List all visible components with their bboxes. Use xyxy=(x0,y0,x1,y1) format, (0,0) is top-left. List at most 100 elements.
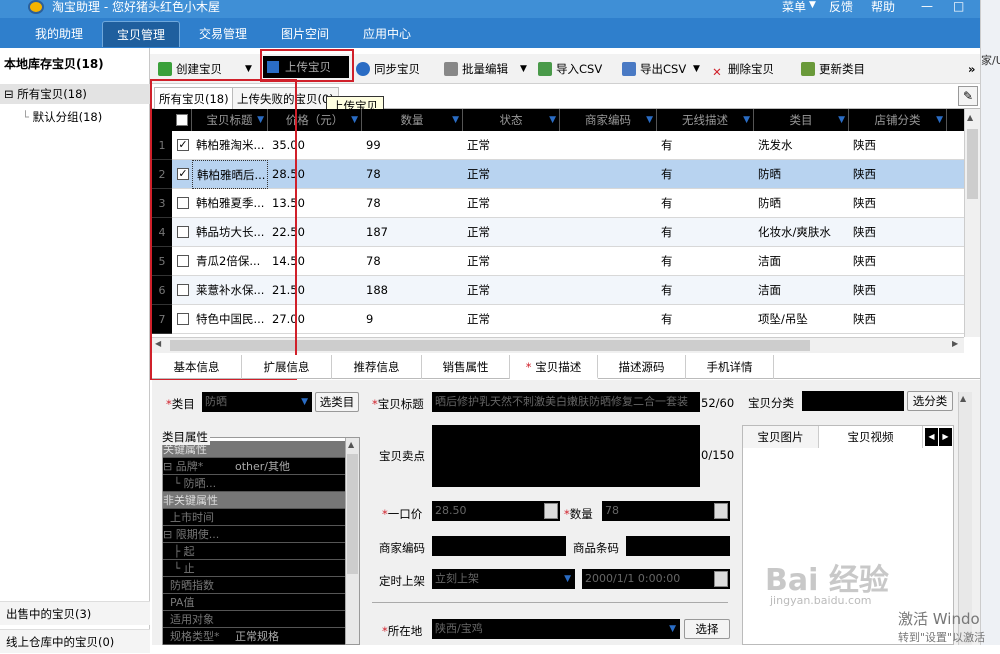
tab-item-video[interactable]: 宝贝视频 xyxy=(819,426,923,448)
batch-dropdown-icon[interactable]: ▼ xyxy=(520,59,527,79)
scroll-right-icon[interactable]: ▶ xyxy=(952,339,958,348)
select-category-button[interactable]: 选类目 xyxy=(315,392,359,412)
cell-status[interactable]: 正常 xyxy=(463,160,560,189)
merchant-code-input[interactable] xyxy=(432,536,566,556)
maximize-icon[interactable]: □ xyxy=(953,0,964,13)
cell-status[interactable]: 正常 xyxy=(463,218,560,247)
cell-wireless[interactable]: 有 xyxy=(657,218,754,247)
attr-scrollbar[interactable]: ▲ xyxy=(345,438,359,644)
attr-row[interactable]: 上市时间 xyxy=(163,509,345,526)
cell-status[interactable]: 正常 xyxy=(463,276,560,305)
sidebar-item-warehouse[interactable]: 线上仓库中的宝贝(0) xyxy=(0,629,150,653)
filter-icon[interactable]: ▼ xyxy=(743,109,750,131)
cell-qty[interactable]: 9 xyxy=(362,305,463,334)
cell-code[interactable] xyxy=(560,189,657,218)
filter-icon[interactable]: ▼ xyxy=(838,109,845,131)
filter-icon[interactable]: ▼ xyxy=(549,109,556,131)
selling-point-textarea[interactable] xyxy=(432,425,700,487)
edit-columns-icon[interactable]: ✎ xyxy=(958,86,978,106)
attr-row[interactable]: ├ 起 xyxy=(163,543,345,560)
tab-my-assistant[interactable]: 我的助理 xyxy=(22,21,96,47)
media-prev-icon[interactable]: ◀ xyxy=(925,428,938,446)
schedule-time-stepper[interactable] xyxy=(714,571,728,587)
media-next-icon[interactable]: ▶ xyxy=(939,428,952,446)
cell-category[interactable]: 化妆水/爽肤水 xyxy=(754,218,849,247)
cell-qty[interactable]: 78 xyxy=(362,189,463,218)
cell-code[interactable] xyxy=(560,247,657,276)
tab-mobile-details[interactable]: 手机详情 xyxy=(686,355,774,379)
cell-code[interactable] xyxy=(560,276,657,305)
vertical-scrollbar[interactable]: ▲ xyxy=(964,109,980,337)
cell-status[interactable]: 正常 xyxy=(463,247,560,276)
menu-dropdown-icon[interactable]: ▼ xyxy=(809,0,816,10)
location-select[interactable]: 陕西/宝鸡 ▼ xyxy=(432,619,680,639)
column-header-shop-category[interactable]: 店铺分类 ▼ xyxy=(849,109,947,131)
cell-category[interactable]: 防晒 xyxy=(754,189,849,218)
attr-row[interactable]: 防晒指数 xyxy=(163,577,345,594)
column-header-code[interactable]: 商家编码 ▼ xyxy=(560,109,657,131)
attr-scroll-up-icon[interactable]: ▲ xyxy=(348,440,354,449)
attr-row[interactable]: └ 止 xyxy=(163,560,345,577)
cell-category[interactable]: 洗发水 xyxy=(754,131,849,160)
cell-category[interactable]: 防晒 xyxy=(754,160,849,189)
cell-status[interactable]: 正常 xyxy=(463,189,560,218)
cell-qty[interactable]: 187 xyxy=(362,218,463,247)
update-category-button[interactable]: 更新类目 xyxy=(801,59,865,79)
collapse-icon[interactable]: ⊟ xyxy=(4,87,14,101)
minimize-icon[interactable]: — xyxy=(921,0,933,13)
attr-scroll-thumb[interactable] xyxy=(347,454,358,574)
sync-item-button[interactable]: 同步宝贝 xyxy=(356,59,420,79)
attr-row[interactable]: 规格类型* 正常规格 xyxy=(163,628,345,645)
tab-item-images[interactable]: 宝贝图片 xyxy=(743,426,819,448)
cell-code[interactable] xyxy=(560,160,657,189)
cell-shop[interactable]: 陕西 xyxy=(849,247,947,276)
schedule-time-input[interactable]: 2000/1/1 0:00:00 xyxy=(582,569,730,589)
cell-wireless[interactable]: 有 xyxy=(657,305,754,334)
cell-qty[interactable]: 78 xyxy=(362,160,463,189)
qty-input[interactable]: 78 xyxy=(602,501,730,521)
cell-category[interactable]: 项坠/吊坠 xyxy=(754,305,849,334)
cell-code[interactable] xyxy=(560,305,657,334)
select-location-button[interactable]: 选择 xyxy=(684,619,730,639)
scroll-up-icon[interactable]: ▲ xyxy=(967,113,973,122)
create-dropdown-icon[interactable]: ▼ xyxy=(245,59,252,79)
tab-item-management[interactable]: 宝贝管理 xyxy=(102,21,180,47)
cell-wireless[interactable]: 有 xyxy=(657,247,754,276)
cell-wireless[interactable]: 有 xyxy=(657,131,754,160)
cell-status[interactable]: 正常 xyxy=(463,131,560,160)
cell-qty[interactable]: 99 xyxy=(362,131,463,160)
cell-status[interactable]: 正常 xyxy=(463,305,560,334)
export-csv-button[interactable]: 导出CSV xyxy=(622,59,686,79)
filter-icon[interactable]: ▼ xyxy=(936,109,943,131)
column-header-qty[interactable]: 数量 ▼ xyxy=(362,109,463,131)
tab-recommend-info[interactable]: 推荐信息 xyxy=(332,355,422,379)
cell-wireless[interactable]: 有 xyxy=(657,189,754,218)
barcode-input[interactable] xyxy=(626,536,730,556)
tab-trade-management[interactable]: 交易管理 xyxy=(186,21,260,47)
attr-row[interactable]: └ 防晒... xyxy=(163,475,345,492)
cell-wireless[interactable]: 有 xyxy=(657,160,754,189)
more-toolbar-icon[interactable]: » xyxy=(968,59,975,79)
column-header-status[interactable]: 状态 ▼ xyxy=(463,109,560,131)
category-select[interactable]: 防晒 ▼ xyxy=(202,392,312,412)
help-button[interactable]: 帮助 xyxy=(871,0,895,15)
cell-qty[interactable]: 188 xyxy=(362,276,463,305)
cell-code[interactable] xyxy=(560,131,657,160)
cell-shop[interactable]: 陕西 xyxy=(849,218,947,247)
tab-sales-attributes[interactable]: 销售属性 xyxy=(422,355,510,379)
filter-icon[interactable]: ▼ xyxy=(646,109,653,131)
cell-wireless[interactable]: 有 xyxy=(657,276,754,305)
form-scroll-up-icon[interactable]: ▲ xyxy=(960,394,966,403)
sidebar-item-default-group[interactable]: └ 默认分组(18) xyxy=(0,107,150,127)
title-input[interactable]: 晒后修护乳天然不刺激美白嫩肤防晒修复二合一套装 xyxy=(432,392,700,412)
menu-button[interactable]: 菜单 xyxy=(782,0,806,15)
export-dropdown-icon[interactable]: ▼ xyxy=(693,59,700,79)
tab-extended-info[interactable]: 扩展信息 xyxy=(242,355,332,379)
tab-item-description[interactable]: * 宝贝描述 xyxy=(510,355,598,379)
column-header-category[interactable]: 类目 ▼ xyxy=(754,109,849,131)
feedback-button[interactable]: 反馈 xyxy=(829,0,853,15)
cell-shop[interactable]: 陕西 xyxy=(849,276,947,305)
cell-shop[interactable]: 陕西 xyxy=(849,160,947,189)
column-header-wireless[interactable]: 无线描述 ▼ xyxy=(657,109,754,131)
import-csv-button[interactable]: 导入CSV xyxy=(538,59,602,79)
